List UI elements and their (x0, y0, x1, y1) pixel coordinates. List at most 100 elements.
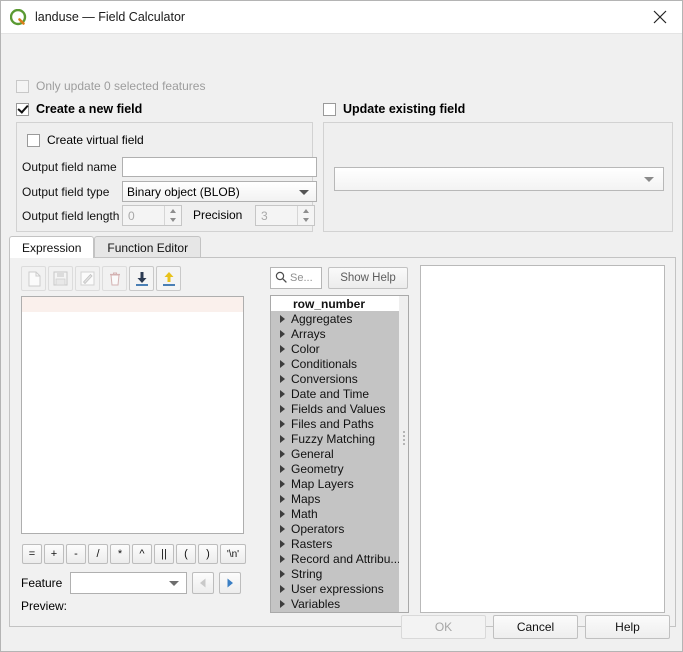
edit-pencil-icon[interactable] (75, 266, 100, 291)
update-existing-field-row[interactable]: Update existing field (323, 102, 465, 116)
tree-item-label: User expressions (291, 582, 384, 596)
tree-item-arrays[interactable]: Arrays (271, 326, 408, 341)
function-tree[interactable]: row_number Aggregates Arrays Color Condi… (270, 295, 409, 613)
next-triangle-icon[interactable] (219, 572, 241, 594)
expression-editor[interactable] (21, 296, 244, 534)
tree-item-rasters[interactable]: Rasters (271, 536, 408, 551)
operator-open-paren-button[interactable]: ( (176, 544, 196, 564)
operator-equals-button[interactable]: = (22, 544, 42, 564)
export-up-arrow-icon[interactable] (156, 266, 181, 291)
tree-item-conversions[interactable]: Conversions (271, 371, 408, 386)
output-field-length-value: 0 (128, 209, 135, 223)
operator-plus-button[interactable]: + (44, 544, 64, 564)
feature-combo[interactable] (70, 572, 187, 594)
tree-item-maps[interactable]: Maps (271, 491, 408, 506)
show-help-button[interactable]: Show Help (328, 267, 408, 289)
chevron-right-icon[interactable] (273, 435, 291, 443)
output-field-length-spinbox[interactable]: 0 (122, 205, 182, 226)
operator-multiply-button[interactable]: * (110, 544, 130, 564)
new-file-icon[interactable] (21, 266, 46, 291)
tab-expression[interactable]: Expression (9, 236, 94, 258)
dialog-footer: OK Cancel Help (1, 603, 682, 651)
chevron-right-icon[interactable] (273, 480, 291, 488)
tree-item-label: Fuzzy Matching (291, 432, 375, 446)
operator-newline-button[interactable]: '\n' (220, 544, 246, 564)
ok-button[interactable]: OK (401, 615, 486, 639)
update-existing-field-combo[interactable] (334, 167, 664, 191)
delete-trash-icon[interactable] (102, 266, 127, 291)
tree-item-label: Conversions (291, 372, 358, 386)
expression-toolbar (21, 266, 181, 291)
tab-function-editor[interactable]: Function Editor (94, 236, 201, 258)
titlebar: landuse — Field Calculator (1, 1, 682, 34)
tree-item-user-expressions[interactable]: User expressions (271, 581, 408, 596)
tree-item-geometry[interactable]: Geometry (271, 461, 408, 476)
prev-triangle-icon[interactable] (192, 572, 214, 594)
operator-divide-button[interactable]: / (88, 544, 108, 564)
chevron-right-icon[interactable] (273, 465, 291, 473)
scrollbar-grip[interactable] (401, 429, 406, 451)
tree-item-aggregates[interactable]: Aggregates (271, 311, 408, 326)
chevron-right-icon[interactable] (273, 570, 291, 578)
chevron-right-icon[interactable] (273, 315, 291, 323)
tree-item-operators[interactable]: Operators (271, 521, 408, 536)
import-down-arrow-icon[interactable] (129, 266, 154, 291)
create-new-field-checkbox[interactable] (16, 103, 29, 116)
chevron-right-icon[interactable] (273, 375, 291, 383)
tree-item-map-layers[interactable]: Map Layers (271, 476, 408, 491)
tree-item-record-and-attributes[interactable]: Record and Attribu... (271, 551, 408, 566)
close-icon[interactable] (638, 2, 682, 33)
tree-item-files-and-paths[interactable]: Files and Paths (271, 416, 408, 431)
only-update-selected-row[interactable]: Only update 0 selected features (16, 79, 205, 93)
chevron-right-icon[interactable] (273, 585, 291, 593)
tree-item-string[interactable]: String (271, 566, 408, 581)
chevron-right-icon[interactable] (273, 510, 291, 518)
output-field-name-input[interactable] (122, 157, 317, 177)
output-field-length-row: Output field length 0 (22, 205, 182, 226)
tree-item-color[interactable]: Color (271, 341, 408, 356)
show-help-label: Show Help (340, 272, 396, 284)
operator-close-paren-button[interactable]: ) (198, 544, 218, 564)
operator-concat-button[interactable]: || (154, 544, 174, 564)
operator-power-button[interactable]: ^ (132, 544, 152, 564)
tree-item-fuzzy-matching[interactable]: Fuzzy Matching (271, 431, 408, 446)
chevron-right-icon[interactable] (273, 525, 291, 533)
help-button[interactable]: Help (585, 615, 670, 639)
tree-item-label: Files and Paths (291, 417, 374, 431)
tree-item-label: Date and Time (291, 387, 369, 401)
chevron-right-icon[interactable] (273, 405, 291, 413)
cancel-button[interactable]: Cancel (493, 615, 578, 639)
chevron-right-icon[interactable] (273, 345, 291, 353)
update-field-groupbox (323, 122, 673, 232)
tree-item-fields-and-values[interactable]: Fields and Values (271, 401, 408, 416)
expression-current-line-highlight (22, 297, 243, 312)
spinner-arrows-icon[interactable] (297, 206, 314, 225)
output-field-type-combo[interactable]: Binary object (BLOB) (122, 181, 317, 202)
search-input[interactable]: Se... (270, 267, 322, 289)
create-new-field-row[interactable]: Create a new field (16, 102, 142, 116)
tree-item-label: String (291, 567, 322, 581)
chevron-right-icon[interactable] (273, 555, 291, 563)
chevron-right-icon[interactable] (273, 450, 291, 458)
operator-buttons: = + - / * ^ || ( ) '\n' (22, 544, 246, 564)
only-update-selected-checkbox[interactable] (16, 80, 29, 93)
chevron-right-icon[interactable] (273, 390, 291, 398)
tree-item-date-and-time[interactable]: Date and Time (271, 386, 408, 401)
create-virtual-field-checkbox[interactable] (27, 134, 40, 147)
spinner-arrows-icon[interactable] (164, 206, 181, 225)
create-virtual-field-row[interactable]: Create virtual field (27, 133, 144, 147)
function-tree-scrollbar[interactable] (399, 296, 408, 612)
tree-item-conditionals[interactable]: Conditionals (271, 356, 408, 371)
chevron-right-icon[interactable] (273, 330, 291, 338)
save-icon[interactable] (48, 266, 73, 291)
operator-minus-button[interactable]: - (66, 544, 86, 564)
chevron-right-icon[interactable] (273, 540, 291, 548)
chevron-right-icon[interactable] (273, 420, 291, 428)
tree-item-row-number[interactable]: row_number (271, 296, 408, 311)
chevron-right-icon[interactable] (273, 495, 291, 503)
tree-item-general[interactable]: General (271, 446, 408, 461)
chevron-right-icon[interactable] (273, 360, 291, 368)
tree-item-math[interactable]: Math (271, 506, 408, 521)
precision-spinbox[interactable]: 3 (255, 205, 315, 226)
update-existing-field-checkbox[interactable] (323, 103, 336, 116)
